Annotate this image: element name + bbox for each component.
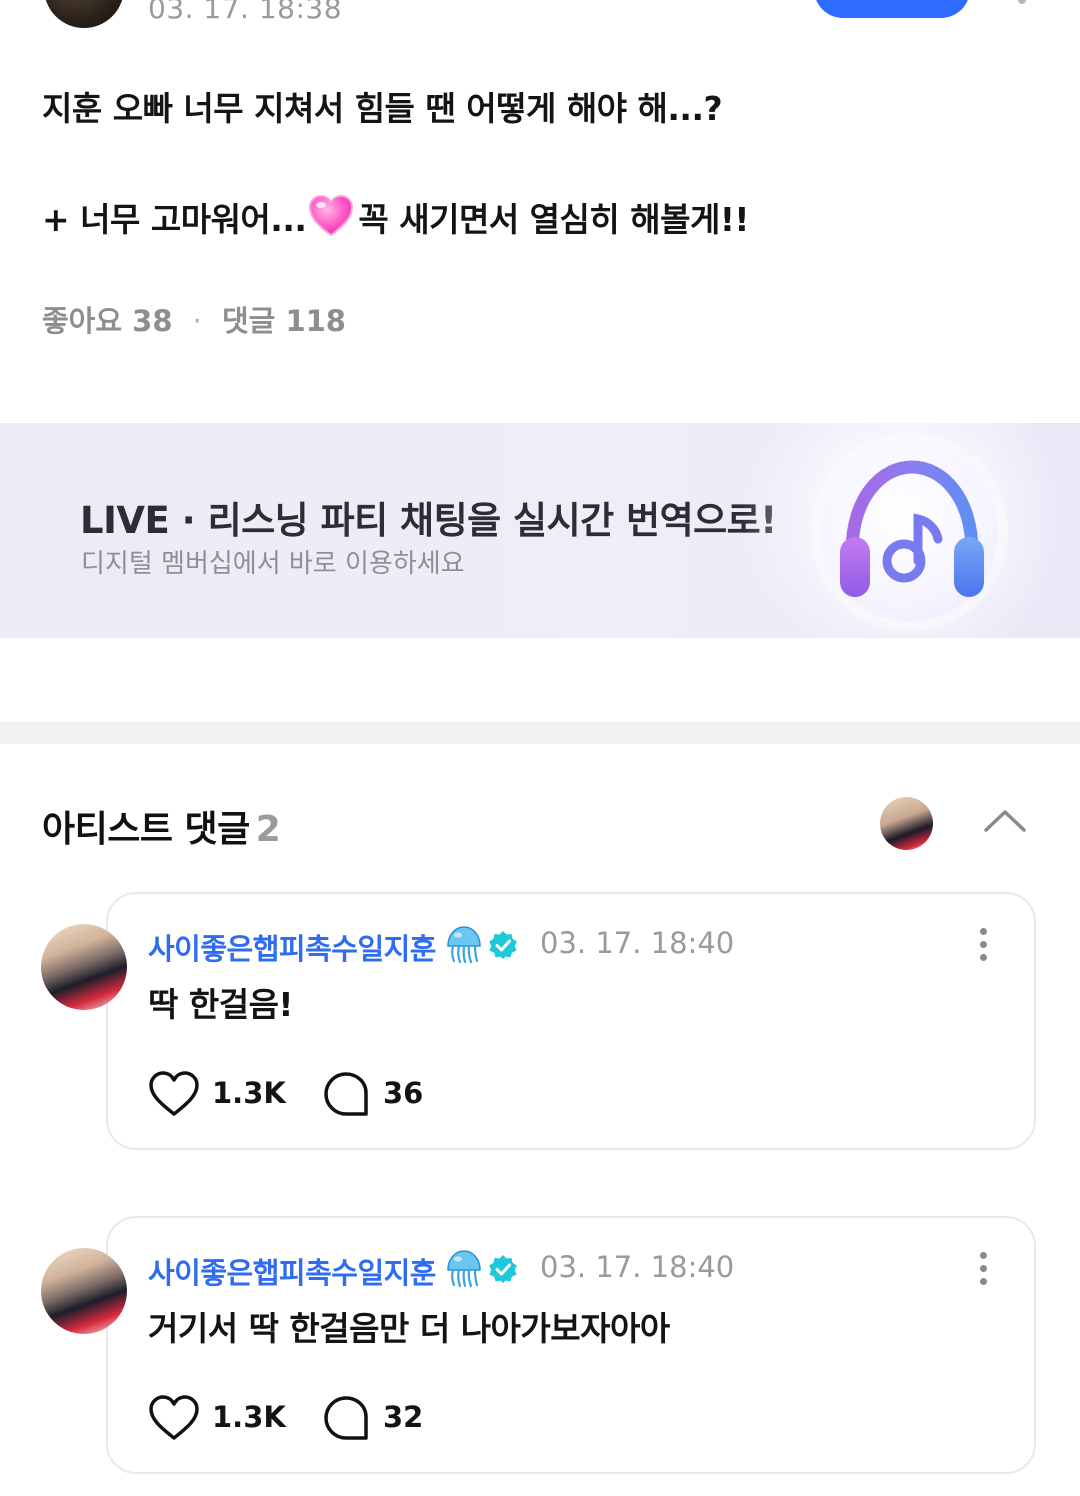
headphones-music-icon (840, 460, 984, 597)
jellyfish-icon (447, 926, 481, 964)
follow-button[interactable] (814, 0, 970, 18)
comment-timestamp: 03. 17. 18:40 (540, 1250, 735, 1284)
artist-comments-count: 2 (255, 809, 281, 850)
chevron-up-icon[interactable] (982, 806, 1028, 836)
post-text-line-2-end: 꼭 새기면서 열심히 해볼게!! (358, 200, 749, 239)
heart-outline-icon[interactable] (148, 1394, 200, 1442)
post-text-line-1: 지훈 오빠 너무 지쳐서 힘들 땐 어떻게 해야 해...? (42, 89, 723, 128)
likes-count: 38 (132, 304, 173, 338)
verified-badge-icon (489, 931, 517, 959)
comment-like-count: 1.3K (212, 1400, 286, 1434)
post-timestamp: 03. 17. 18:38 (148, 0, 343, 25)
artist-comments-title: 아티스트 댓글 2 (42, 800, 281, 852)
verified-badge-icon (489, 1255, 517, 1283)
growing-heart-icon (308, 194, 354, 246)
post-text-line-2-start: + 너무 고마워어... (42, 200, 307, 239)
more-options-icon[interactable] (1018, 0, 1026, 4)
commenter-name[interactable]: 사이좋은햅피촉수일지훈 (148, 1250, 436, 1292)
commenter-name[interactable]: 사이좋은햅피촉수일지훈 (148, 926, 436, 968)
commenter-avatar[interactable] (41, 924, 127, 1010)
banner-title: LIVE · 리스닝 파티 채팅을 실시간 번역으로! (80, 499, 777, 542)
comment-text: 딱 한걸음! (148, 985, 293, 1024)
live-translation-banner[interactable]: LIVE · 리스닝 파티 채팅을 실시간 번역으로! 디지털 멤버십에서 바로… (0, 423, 1080, 638)
comments-label: 댓글 (221, 304, 276, 338)
heart-outline-icon[interactable] (148, 1070, 200, 1118)
comment-like-count: 1.3K (212, 1076, 286, 1110)
post-text-line-2: + 너무 고마워어... 꼭 새기면서 열심히 해볼게!! (42, 193, 749, 250)
jellyfish-icon (447, 1250, 481, 1288)
comment-more-icon[interactable] (980, 928, 988, 967)
reply-bubble-icon[interactable] (322, 1070, 370, 1118)
author-avatar[interactable] (44, 0, 124, 28)
post-stats: 좋아요 38 · 댓글 118 (42, 298, 346, 340)
comments-count: 118 (285, 304, 346, 338)
section-divider (0, 722, 1080, 744)
comment-text: 거기서 딱 한걸음만 더 나아가보자아아 (148, 1309, 670, 1348)
comment-more-icon[interactable] (980, 1252, 988, 1291)
banner-subtitle: 디지털 멤버십에서 바로 이용하세요 (81, 549, 465, 579)
comment-timestamp: 03. 17. 18:40 (540, 926, 735, 960)
comment-reply-count: 32 (383, 1400, 424, 1434)
likes-label: 좋아요 (42, 304, 123, 338)
comment-reply-count: 36 (383, 1076, 424, 1110)
stats-separator: · (192, 304, 202, 338)
artist-avatar-small (880, 797, 933, 850)
reply-bubble-icon[interactable] (322, 1394, 370, 1442)
artist-comments-label: 아티스트 댓글 (42, 809, 250, 850)
commenter-avatar[interactable] (41, 1248, 127, 1334)
